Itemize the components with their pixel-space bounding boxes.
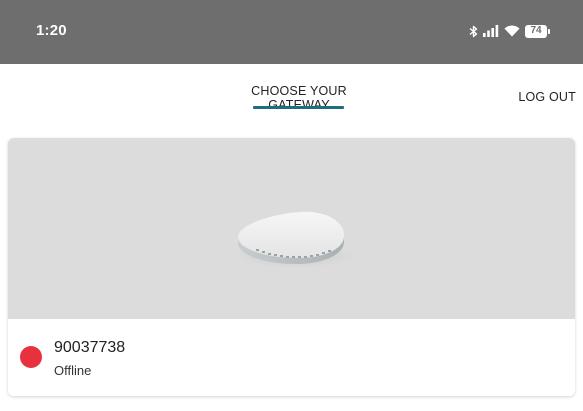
logout-button[interactable]: LOG OUT [518,90,576,104]
status-icons: 74 [469,22,550,40]
tab-active-indicator [253,106,344,109]
battery-level: 74 [530,25,542,36]
gateway-id: 90037738 [54,339,126,356]
status-indicator-dot [20,346,42,368]
status-bar: 1:20 74 [0,0,583,64]
status-time: 1:20 [36,22,67,39]
gateway-image [8,138,575,319]
gateway-device-illustration [225,211,365,270]
signal-icon [483,25,499,37]
gateway-card-footer: 90037738 Offline [8,319,575,396]
battery-icon: 74 [525,24,550,38]
wifi-icon [504,25,520,37]
gateway-status: Offline [54,363,92,378]
gateway-card[interactable]: 90037738 Offline [8,138,575,396]
bluetooth-icon [469,25,478,38]
app-header: CHOOSE YOUR GATEWAY LOG OUT [0,64,583,132]
